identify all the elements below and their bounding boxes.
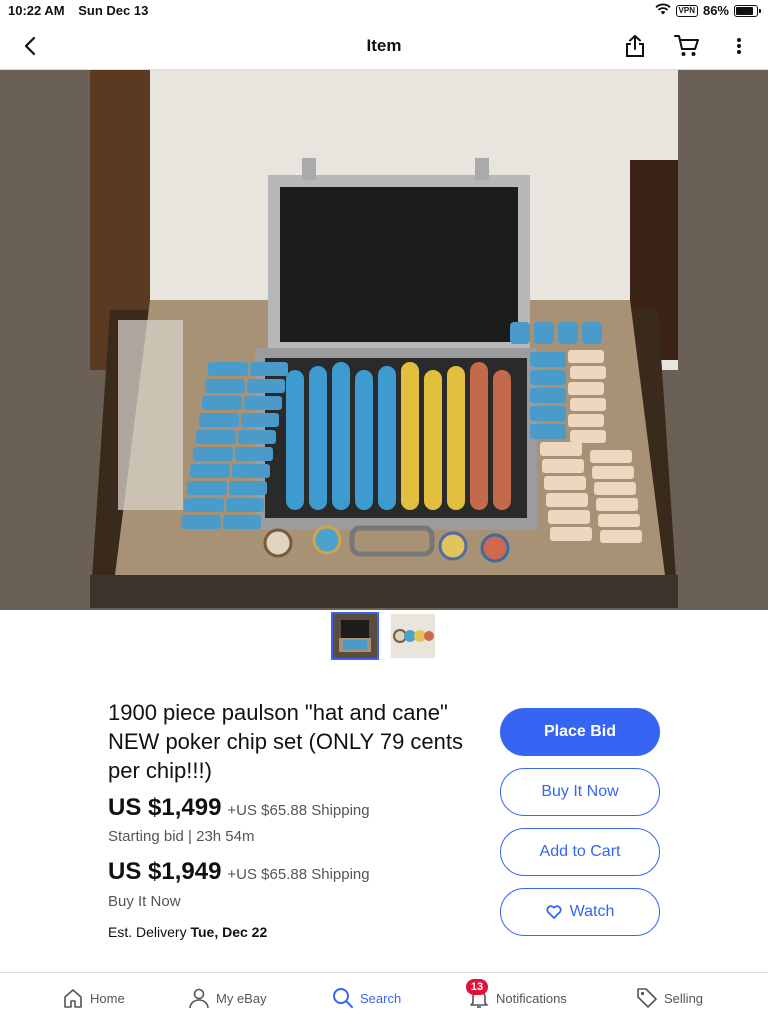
tab-notifications-label: Notifications	[496, 990, 567, 1006]
item-details: 1900 piece paulson "hat and cane" NEW po…	[0, 666, 768, 972]
item-title: 1900 piece paulson "hat and cane" NEW po…	[108, 700, 463, 783]
watch-label: Watch	[569, 903, 615, 920]
tab-search-label: Search	[360, 990, 402, 1006]
bell-icon-wrapper: 13	[466, 979, 490, 1009]
bid-price-row: US $1,499 +US $65.88 Shipping	[108, 794, 370, 822]
bottom-tab-bar: Home My eBay Search 13 Notifications Sel…	[0, 972, 768, 1024]
estimated-delivery: Est. Delivery Tue, Dec 22	[108, 924, 267, 940]
tab-selling[interactable]: Selling	[636, 987, 703, 1009]
tab-home[interactable]: Home	[62, 987, 125, 1009]
add-to-cart-button[interactable]: Add to Cart	[500, 828, 660, 876]
thumbnail-1[interactable]	[331, 612, 379, 660]
thumbnail-strip	[0, 612, 768, 660]
watch-button[interactable]: Watch	[500, 888, 660, 936]
bid-shipping: +US $65.88 Shipping	[227, 802, 370, 819]
tab-notifications[interactable]: 13 Notifications	[466, 979, 567, 1009]
cart-button[interactable]	[672, 32, 702, 60]
status-date: Sun Dec 13	[78, 3, 149, 18]
share-button[interactable]	[620, 32, 650, 60]
cart-icon	[674, 35, 699, 56]
bin-price-row: US $1,949 +US $65.88 Shipping	[108, 858, 370, 886]
wifi-icon	[654, 3, 671, 18]
item-photo[interactable]	[90, 70, 678, 608]
delivery-label: Est. Delivery	[108, 924, 187, 940]
delivery-date: Tue, Dec 22	[190, 924, 268, 940]
place-bid-label: Place Bid	[543, 723, 617, 740]
status-time: 10:22 AM	[8, 3, 65, 18]
navigation-bar: Item	[0, 22, 768, 70]
thumbnail-2[interactable]	[389, 612, 437, 660]
more-options-button[interactable]	[724, 32, 754, 60]
battery-percent: 86%	[702, 3, 729, 18]
add-to-cart-label: Add to Cart	[539, 843, 621, 860]
battery-icon	[734, 4, 761, 17]
tab-home-label: Home	[90, 990, 125, 1006]
search-icon	[333, 988, 353, 1008]
bid-info: Starting bid | 23h 54m	[108, 828, 255, 845]
tab-my-ebay[interactable]: My eBay	[188, 987, 267, 1009]
bid-price: US $1,499	[108, 794, 222, 821]
tag-icon	[637, 988, 657, 1008]
vpn-badge: VPN	[675, 4, 698, 17]
status-bar: 10:22 AM Sun Dec 13 VPN 86%	[0, 0, 768, 22]
home-icon	[64, 989, 82, 1008]
bin-shipping: +US $65.88 Shipping	[227, 866, 370, 883]
buy-it-now-button[interactable]: Buy It Now	[500, 768, 660, 816]
notifications-badge: 13	[466, 979, 488, 995]
tab-my-ebay-label: My eBay	[216, 990, 267, 1006]
more-vertical-icon	[737, 38, 741, 54]
image-gallery	[0, 70, 768, 666]
heart-icon	[546, 905, 562, 919]
tab-selling-label: Selling	[664, 990, 704, 1006]
tab-search[interactable]: Search	[332, 987, 401, 1009]
buy-it-now-label: Buy It Now	[541, 783, 619, 800]
place-bid-button[interactable]: Place Bid	[500, 708, 660, 756]
buy-it-now-price: US $1,949	[108, 858, 222, 885]
person-icon	[189, 988, 209, 1009]
bin-info: Buy It Now	[108, 893, 181, 910]
share-icon	[626, 35, 644, 57]
